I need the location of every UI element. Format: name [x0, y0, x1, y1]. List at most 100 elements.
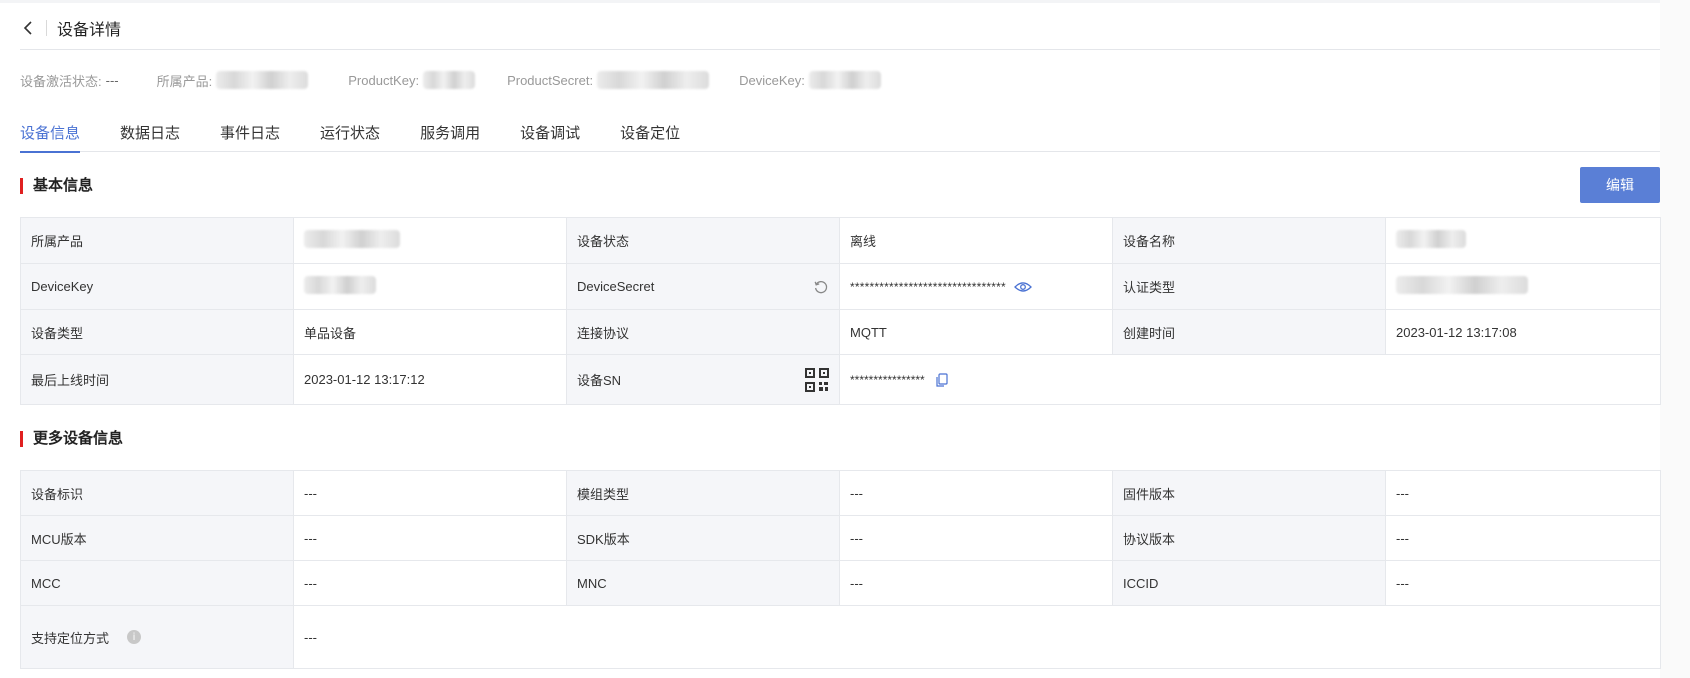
meta-product-redacted — [216, 71, 309, 89]
meta-product-key: ProductKey: — [348, 71, 476, 89]
tab-run-status[interactable]: 运行状态 — [320, 112, 380, 152]
edit-button[interactable]: 编辑 — [1580, 167, 1660, 203]
positioning-label: 支持定位方式 — [31, 630, 110, 646]
created-time-label: 创建时间 — [1112, 309, 1386, 355]
device-name-redacted — [1396, 230, 1466, 248]
device-key-label: DeviceKey — [20, 263, 294, 310]
device-id-value: --- — [293, 470, 567, 516]
tab-device-info[interactable]: 设备信息 — [20, 112, 81, 153]
firmware-version-value: --- — [1385, 470, 1661, 516]
top-strip — [0, 0, 1690, 3]
page-title: 设备详情 — [57, 21, 122, 39]
device-secret-value: ******************************** — [850, 279, 1006, 294]
sn-label-cell: 设备SN — [566, 354, 840, 405]
more-info-table: 设备标识 --- 模组类型 --- 固件版本 --- MCU版本 --- SDK… — [20, 470, 1661, 669]
header-divider — [46, 19, 47, 36]
device-type-label: 设备类型 — [20, 309, 294, 355]
sn-label: 设备SN — [577, 373, 622, 388]
device-meta-bar: 设备激活状态: --- 所属产品: ProductKey: ProductSec… — [20, 70, 921, 90]
meta-product-key-label: ProductKey: — [348, 72, 420, 88]
meta-product-secret-redacted — [597, 71, 710, 89]
table-row: MCU版本 --- SDK版本 --- 协议版本 --- — [20, 515, 1661, 561]
firmware-version-label: 固件版本 — [1112, 470, 1386, 516]
tab-data-log[interactable]: 数据日志 — [120, 112, 180, 152]
mcc-value: --- — [293, 560, 567, 606]
meta-product-secret: ProductSecret: — [507, 71, 710, 89]
protocol-version-value: --- — [1385, 515, 1661, 561]
sdk-version-value: --- — [839, 515, 1113, 561]
tab-service-call[interactable]: 服务调用 — [420, 112, 480, 152]
meta-activation-value: --- — [105, 72, 119, 88]
mnc-value: --- — [839, 560, 1113, 606]
copy-icon[interactable] — [935, 372, 949, 387]
last-online-label: 最后上线时间 — [20, 354, 294, 405]
device-name-value — [1385, 217, 1661, 264]
mcu-version-label: MCU版本 — [20, 515, 294, 561]
right-scroll-area — [1660, 0, 1690, 678]
basic-info-table: 所属产品 设备状态 离线 设备名称 DeviceKey DeviceSecret… — [20, 217, 1661, 405]
table-row: DeviceKey DeviceSecret *****************… — [20, 263, 1661, 310]
table-row: 最后上线时间 2023-01-12 13:17:12 设备SN ********… — [20, 354, 1661, 405]
meta-device-key-label: DeviceKey: — [739, 72, 805, 88]
device-secret-label: DeviceSecret — [577, 279, 655, 294]
positioning-label-cell: 支持定位方式 i — [20, 605, 294, 669]
sdk-version-label: SDK版本 — [566, 515, 840, 561]
auth-type-label: 认证类型 — [1112, 263, 1386, 310]
positioning-value: --- — [293, 605, 1661, 669]
device-secret-label-cell: DeviceSecret — [566, 263, 840, 310]
iccid-value: --- — [1385, 560, 1661, 606]
auth-type-value — [1385, 263, 1661, 310]
status-value: 离线 — [839, 217, 1113, 264]
auth-type-redacted — [1396, 276, 1528, 294]
meta-product-label: 所属产品: — [156, 73, 213, 89]
device-key-value — [293, 263, 567, 310]
back-chevron-icon[interactable] — [20, 20, 36, 36]
sn-value-cell: **************** — [839, 354, 1661, 405]
last-online-value: 2023-01-12 13:17:12 — [293, 354, 567, 405]
eye-icon[interactable] — [1013, 281, 1032, 293]
basic-info-section-title: 基本信息 — [20, 178, 93, 194]
module-type-label: 模组类型 — [566, 470, 840, 516]
mnc-label: MNC — [566, 560, 840, 606]
page-header: 设备详情 — [20, 14, 1660, 50]
created-time-value: 2023-01-12 13:17:08 — [1385, 309, 1661, 355]
meta-activation-label: 设备激活状态: — [20, 73, 102, 89]
product-redacted — [304, 230, 400, 248]
detail-tabs: 设备信息 数据日志 事件日志 运行状态 服务调用 设备调试 设备定位 — [20, 112, 1660, 153]
device-detail-page: 设备详情 设备激活状态: --- 所属产品: ProductKey: Produ… — [0, 0, 1690, 678]
module-type-value: --- — [839, 470, 1113, 516]
device-secret-value-cell: ******************************** — [839, 263, 1113, 310]
tab-event-log[interactable]: 事件日志 — [220, 112, 280, 152]
qr-code-icon[interactable] — [805, 367, 829, 392]
meta-product: 所属产品: — [157, 71, 309, 90]
table-row: MCC --- MNC --- ICCID --- — [20, 560, 1661, 606]
iccid-label: ICCID — [1112, 560, 1386, 606]
sn-value: **************** — [850, 372, 925, 387]
meta-activation: 设备激活状态: --- — [20, 71, 119, 90]
info-icon[interactable]: i — [127, 630, 142, 644]
meta-product-key-redacted — [423, 71, 476, 89]
mcu-version-value: --- — [293, 515, 567, 561]
protocol-value: MQTT — [839, 309, 1113, 355]
device-type-value: 单品设备 — [293, 309, 567, 355]
refresh-icon[interactable] — [813, 279, 829, 295]
device-id-label: 设备标识 — [20, 470, 294, 516]
product-label: 所属产品 — [20, 217, 294, 264]
status-label: 设备状态 — [566, 217, 840, 264]
device-key-redacted — [304, 276, 376, 294]
table-row: 支持定位方式 i --- — [20, 605, 1661, 669]
tab-device-location[interactable]: 设备定位 — [620, 112, 680, 152]
more-info-section-title: 更多设备信息 — [20, 431, 123, 447]
table-row: 设备标识 --- 模组类型 --- 固件版本 --- — [20, 470, 1661, 516]
mcc-label: MCC — [20, 560, 294, 606]
protocol-version-label: 协议版本 — [1112, 515, 1386, 561]
tab-device-debug[interactable]: 设备调试 — [520, 112, 580, 152]
table-row: 所属产品 设备状态 离线 设备名称 — [20, 217, 1661, 264]
product-value — [293, 217, 567, 264]
meta-device-key: DeviceKey: — [739, 71, 881, 89]
meta-device-key-redacted — [808, 71, 881, 89]
meta-product-secret-label: ProductSecret: — [507, 72, 594, 88]
protocol-label: 连接协议 — [566, 309, 840, 355]
device-name-label: 设备名称 — [1112, 217, 1386, 264]
table-row: 设备类型 单品设备 连接协议 MQTT 创建时间 2023-01-12 13:1… — [20, 309, 1661, 355]
